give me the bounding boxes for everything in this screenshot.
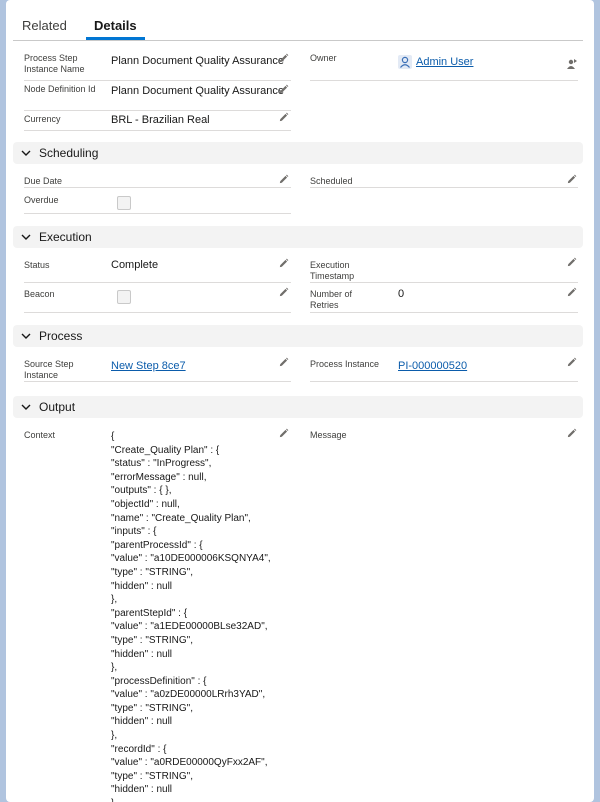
pencil-icon[interactable] [278,84,289,95]
context-line: }, [111,662,118,674]
beacon-checkbox [117,290,131,304]
field-value: Plann Document Quality Assurance [111,85,285,97]
field-overdue: Overdue [24,195,291,214]
user-avatar-icon [398,55,412,69]
field-label: Number of Retries [310,289,353,310]
chevron-down-icon[interactable] [21,331,31,341]
context-line: "type" : "STRING", [111,702,193,714]
context-line: "objectId" : null, [111,498,180,510]
context-line: "recordId" : { [111,743,167,755]
context-line: "hidden" : null [111,580,173,592]
field-value: BRL - Brazilian Real [111,114,210,126]
field-process-instance: Process Instance PI-000000520 [310,357,578,382]
field-execution-timestamp: Execution Timestamp [310,257,578,283]
context-json-value: { "Create_Quality Plan" : { "status" : "In… [111,430,271,802]
process-instance-link[interactable]: PI-000000520 [398,360,467,373]
section-process[interactable]: Process [13,325,583,347]
context-line: "Create_Quality Plan" : { [111,444,220,456]
chevron-down-icon[interactable] [21,232,31,242]
context-line: "hidden" : null [111,648,173,660]
section-execution[interactable]: Execution [13,226,583,248]
pencil-icon[interactable] [278,112,289,123]
section-title: Execution [39,230,92,244]
context-line: }, [111,594,118,606]
section-scheduling[interactable]: Scheduling [13,142,583,164]
pencil-icon[interactable] [566,287,577,298]
field-owner: Owner Admin User [310,53,578,81]
field-label: Process Instance [310,359,380,369]
field-label: Overdue [24,195,59,205]
tab-bar: Related Details [13,0,583,41]
context-line: "type" : "STRING", [111,634,193,646]
pencil-icon[interactable] [278,287,289,298]
field-beacon: Beacon [24,287,291,313]
field-label: Message [310,430,347,440]
field-status: Status Complete [24,258,291,283]
context-line: "inputs" : { [111,526,157,538]
section-title: Scheduling [39,146,99,160]
field-label: Source Step Instance [24,359,74,380]
pencil-icon[interactable] [566,174,577,185]
chevron-down-icon[interactable] [21,148,31,158]
context-line: "processDefinition" : { [111,675,207,687]
context-line: { [111,431,115,442]
pencil-icon[interactable] [278,428,289,439]
change-owner-icon[interactable] [566,58,578,70]
field-value: Complete [111,259,159,271]
tab-details[interactable]: Details [86,0,145,40]
context-line: "type" : "STRING", [111,566,193,578]
context-line: "value" : "a0RDE00000QyFxx2AF", [111,757,268,769]
field-value: Plann Document Quality Assurance [111,55,285,67]
context-line: "parentStepId" : { [111,607,188,619]
field-number-of-retries: Number of Retries 0 [310,287,578,313]
pencil-icon[interactable] [278,174,289,185]
source-step-link[interactable]: New Step 8ce7 [111,360,186,373]
context-line: "value" : "a1EDE00000BLse32AD", [111,621,268,633]
pencil-icon[interactable] [566,428,577,439]
field-label: Scheduled [310,176,353,186]
tab-related[interactable]: Related [22,0,67,39]
section-title: Output [39,400,76,414]
field-currency: Currency BRL - Brazilian Real [24,112,291,131]
field-label: Owner [310,53,337,63]
context-line: } [111,797,271,802]
pencil-icon[interactable] [278,357,289,368]
pencil-icon[interactable] [566,257,577,268]
field-label: Beacon [24,289,55,299]
field-label: Execution Timestamp [310,260,355,281]
field-label: Process Step Instance Name [24,53,85,74]
context-line: }, [111,730,118,742]
section-title: Process [39,329,83,343]
field-label: Due Date [24,176,63,186]
pencil-icon[interactable] [278,53,289,64]
owner-link[interactable]: Admin User [416,56,473,69]
context-line: "type" : "STRING", [111,770,193,782]
field-label: Context [24,430,56,440]
context-line: "hidden" : null [111,784,173,796]
pencil-icon[interactable] [566,357,577,368]
overdue-checkbox [117,196,131,210]
field-label: Node Definition Id [24,84,96,94]
field-process-step-instance-name: Process Step Instance Name Plann Documen… [24,53,291,81]
field-source-step-instance: Source Step Instance New Step 8ce7 [24,357,291,382]
field-value: 0 [398,288,405,300]
record-detail-card: Related Details Process Step Instance Na… [6,0,594,802]
pencil-icon[interactable] [278,258,289,269]
context-line: "value" : "a10DE000006KSQNYA4", [111,553,271,565]
context-line: "errorMessage" : null, [111,471,207,483]
field-label: Currency [24,114,61,124]
field-scheduled: Scheduled [310,174,578,188]
field-label: Status [24,260,50,270]
context-line: "hidden" : null [111,716,173,728]
field-message: Message [310,428,578,444]
field-due-date: Due Date [24,174,291,188]
context-line: "name" : "Create_Quality Plan", [111,512,251,524]
chevron-down-icon[interactable] [21,402,31,412]
context-line: "outputs" : { }, [111,485,172,497]
context-line: "parentProcessId" : { [111,539,203,551]
context-line: "status" : "InProgress", [111,458,212,470]
field-node-definition-id: Node Definition Id Plann Document Qualit… [24,84,291,111]
context-line: "value" : "a0zDE00000LRrh3YAD", [111,689,266,701]
section-output[interactable]: Output [13,396,583,418]
